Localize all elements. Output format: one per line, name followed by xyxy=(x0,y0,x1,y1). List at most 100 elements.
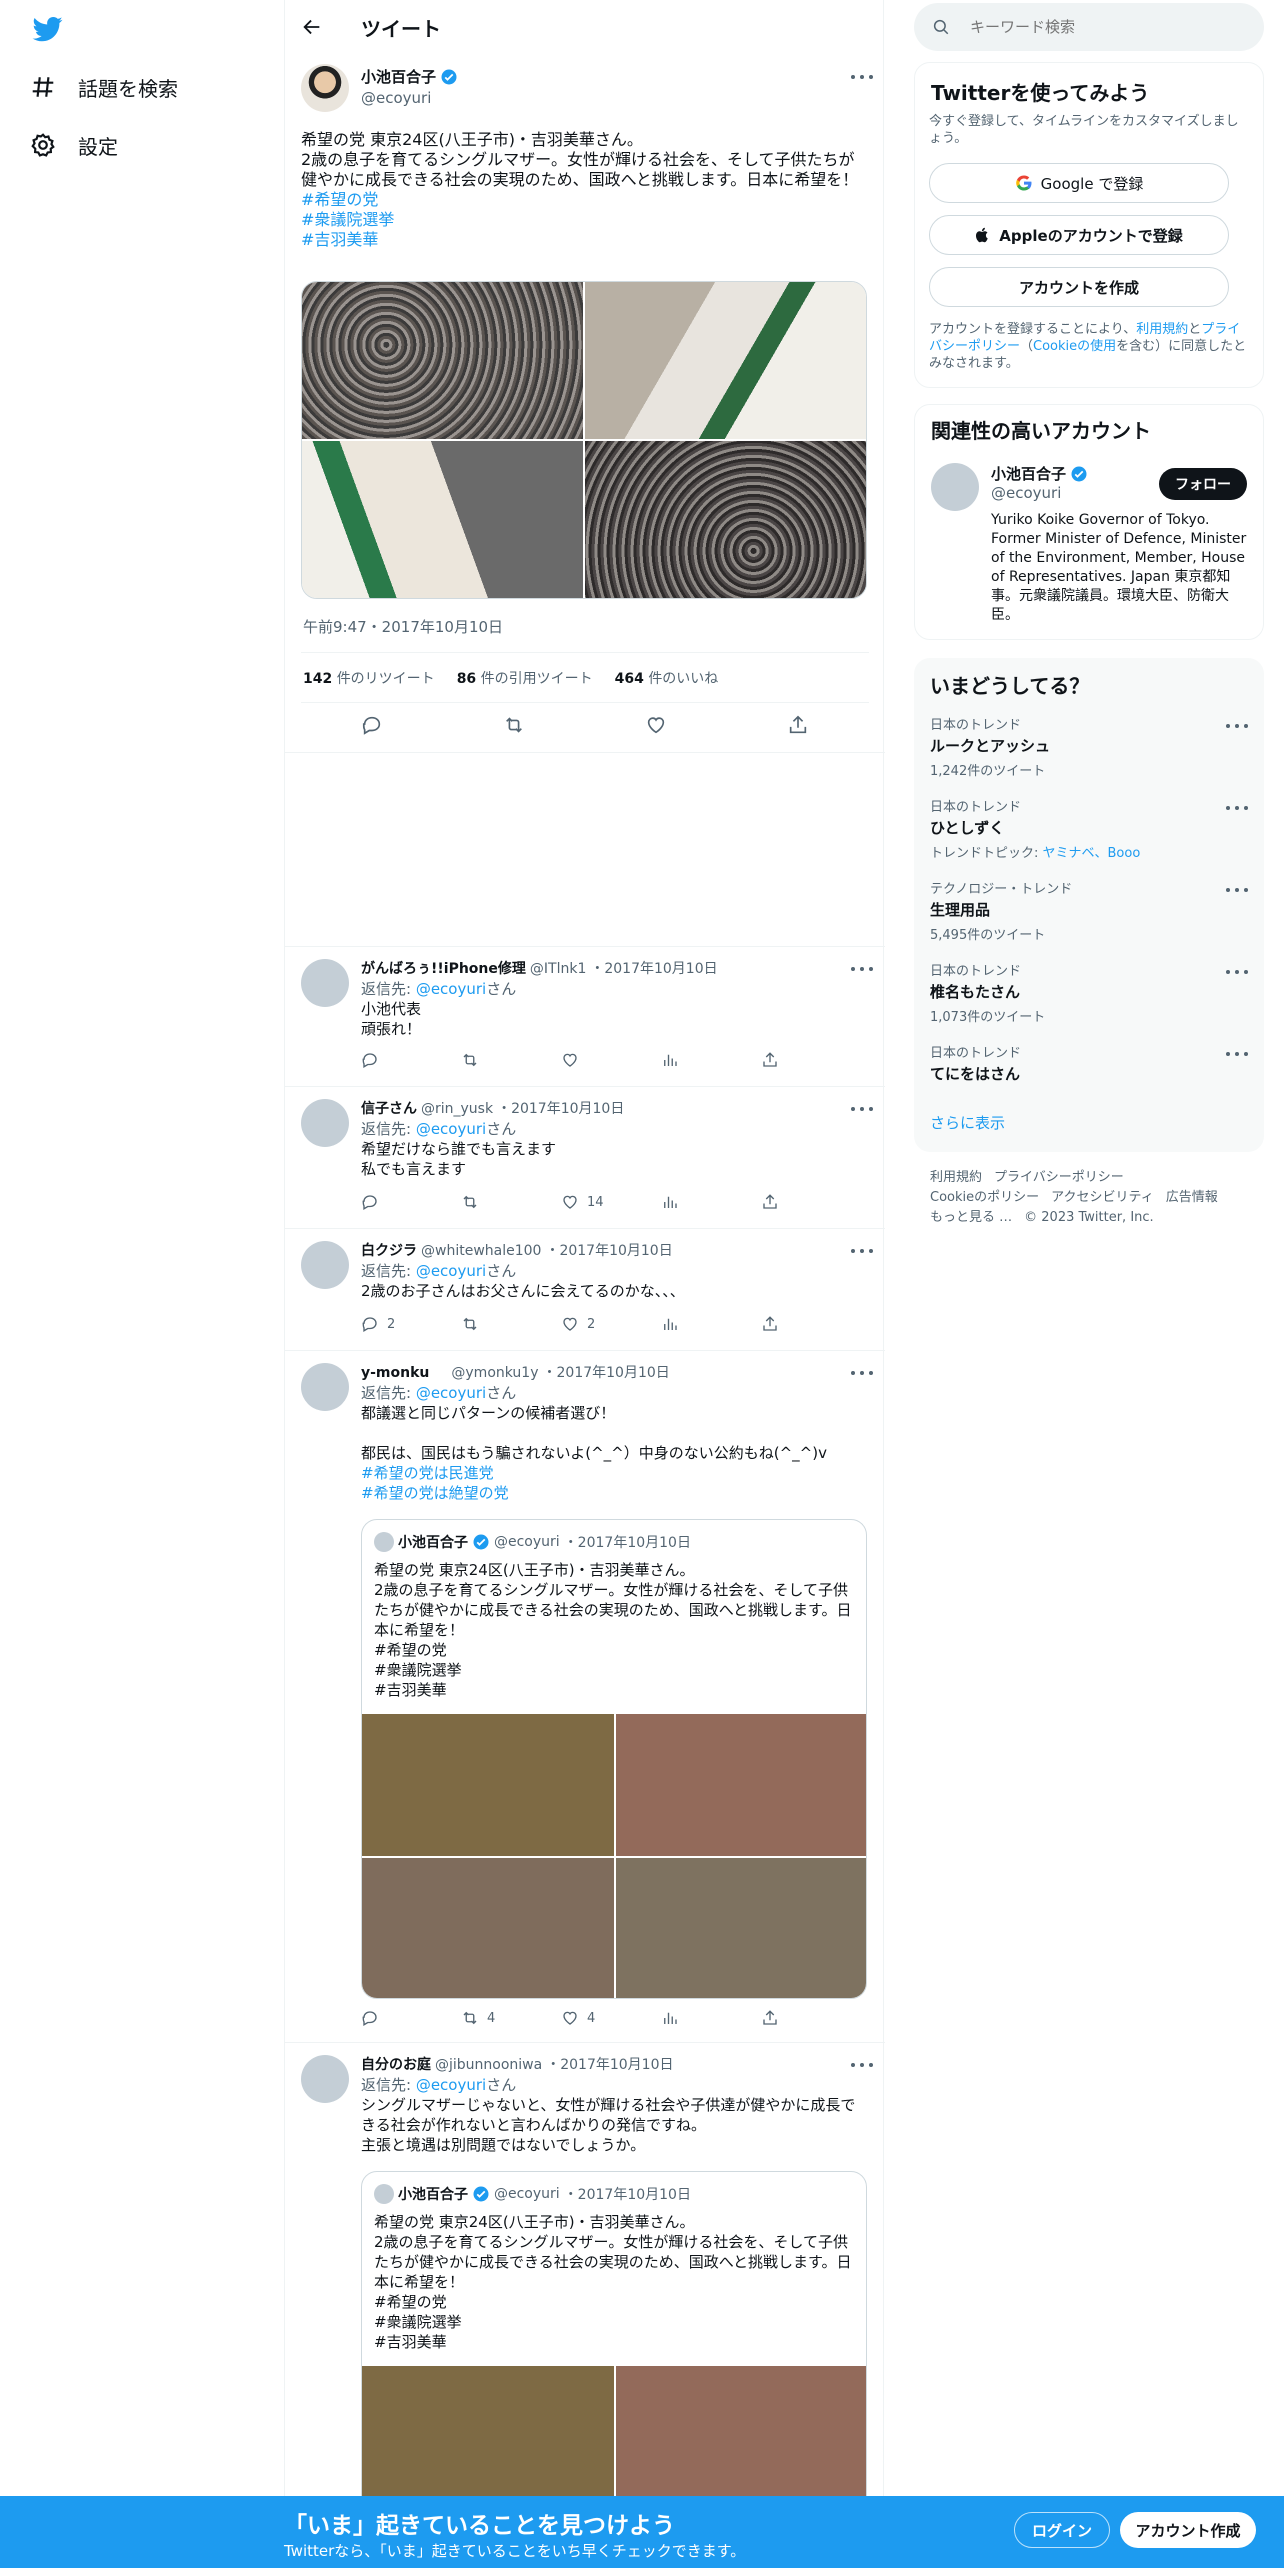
related-avatar[interactable] xyxy=(931,463,979,511)
quote-photo[interactable] xyxy=(616,2366,866,2508)
tweet-photo[interactable] xyxy=(302,282,583,439)
views-button[interactable] xyxy=(661,1193,741,1211)
trend-item[interactable]: 日本のトレンド ひとしずく トレンドトピック: ヤミナベ、Booo xyxy=(930,796,1248,861)
reply-date[interactable]: ・2017年10月10日 xyxy=(590,959,717,979)
footer-accessibility[interactable]: アクセシビリティ xyxy=(1051,1190,1154,1205)
back-arrow-icon[interactable] xyxy=(301,16,323,38)
views-button[interactable] xyxy=(661,1315,741,1333)
follow-button[interactable]: フォロー xyxy=(1159,468,1247,500)
more-options-icon[interactable] xyxy=(851,1371,873,1377)
like-stat[interactable]: 464 件のいいね xyxy=(615,668,719,688)
quote-photo[interactable] xyxy=(362,1714,614,1856)
retweet-button[interactable]: 4 xyxy=(461,2009,541,2027)
quote-photo[interactable] xyxy=(616,1858,866,1998)
footer-privacy[interactable]: プライバシーポリシー xyxy=(994,1170,1124,1185)
reply-button[interactable] xyxy=(361,1193,441,1211)
search-input[interactable] xyxy=(970,18,1230,36)
share-button[interactable] xyxy=(761,1051,781,1069)
reply-button[interactable] xyxy=(361,1051,441,1069)
reply-tweet[interactable]: 白クジラ @whitewhale100 ・2017年10月10日 返信先: @eco… xyxy=(285,1228,885,1350)
reply-tweet[interactable]: がんばろぅ!!iPhone修理 @ITlnk1 ・2017年10月10日 返信先: … xyxy=(285,946,885,1086)
footer-ads[interactable]: 広告情報 xyxy=(1166,1190,1218,1205)
hashtag-link[interactable]: #衆議院選挙 xyxy=(301,210,394,229)
reply-avatar[interactable] xyxy=(301,2055,349,2103)
login-button[interactable]: ログイン xyxy=(1014,2512,1110,2548)
share-button[interactable] xyxy=(761,1315,781,1333)
author-name[interactable]: 小池百合子 xyxy=(361,66,436,87)
reply-button[interactable] xyxy=(361,2009,441,2027)
share-button[interactable] xyxy=(761,2009,781,2027)
more-options-icon[interactable] xyxy=(851,75,873,81)
apple-signup-button[interactable]: Appleのアカウントで登録 xyxy=(929,215,1229,255)
views-button[interactable] xyxy=(661,2009,741,2027)
footer-cookie[interactable]: Cookieのポリシー xyxy=(930,1190,1039,1205)
signup-button[interactable]: アカウント作成 xyxy=(1120,2512,1256,2548)
reply-avatar[interactable] xyxy=(301,1363,349,1411)
tweet-timestamp[interactable]: 午前9:47・2017年10月10日 xyxy=(303,616,503,637)
reply-date[interactable]: ・2017年10月10日 xyxy=(543,1363,670,1383)
tweet-photo[interactable] xyxy=(585,441,866,598)
reply-author-name[interactable]: 信子さん xyxy=(361,1099,417,1119)
reply-date[interactable]: ・2017年10月10日 xyxy=(545,1241,672,1261)
more-options-icon[interactable] xyxy=(1226,1052,1248,1058)
reply-tweet[interactable]: 信子さん @rin_yusk ・2017年10月10日 返信先: @ecoyuriさ… xyxy=(285,1086,885,1228)
more-options-icon[interactable] xyxy=(1226,806,1248,812)
reply-tweet[interactable]: 自分のお庭 @jibunnooniwa ・2017年10月10日 返信先: @eco… xyxy=(285,2042,885,2568)
trend-item[interactable]: 日本のトレンド ルークとアッシュ 1,242件のツイート xyxy=(930,714,1248,779)
more-options-icon[interactable] xyxy=(1226,970,1248,976)
terms-link[interactable]: 利用規約 xyxy=(1136,322,1188,337)
more-options-icon[interactable] xyxy=(851,1107,873,1113)
reply-author-name[interactable]: y-monku xyxy=(361,1363,429,1383)
share-button[interactable] xyxy=(761,1193,781,1211)
retweet-icon[interactable] xyxy=(503,714,525,736)
reply-avatar[interactable] xyxy=(301,1099,349,1147)
related-name[interactable]: 小池百合子 xyxy=(991,463,1066,484)
like-button[interactable]: 4 xyxy=(561,2009,641,2027)
tweet-photo[interactable] xyxy=(302,441,583,598)
footer-terms[interactable]: 利用規約 xyxy=(930,1170,982,1185)
views-button[interactable] xyxy=(661,1051,741,1069)
create-account-button[interactable]: アカウントを作成 xyxy=(929,267,1229,307)
like-icon[interactable] xyxy=(645,714,667,736)
hashtag-link[interactable]: #希望の党 xyxy=(301,190,378,209)
reply-icon[interactable] xyxy=(361,714,383,736)
retweet-button[interactable] xyxy=(461,1315,541,1333)
reply-avatar[interactable] xyxy=(301,1241,349,1289)
google-signup-button[interactable]: Google で登録 xyxy=(929,163,1229,203)
reply-author-name[interactable]: 自分のお庭 xyxy=(361,2055,431,2075)
related-account[interactable]: 小池百合子 @ecoyuri xyxy=(991,463,1088,502)
hashtag-link[interactable]: #希望の党は民進党 xyxy=(361,1464,494,1482)
trend-item[interactable]: 日本のトレンド 椎名もたさん 1,073件のツイート xyxy=(930,960,1248,1025)
retweet-button[interactable] xyxy=(461,1193,541,1211)
reply-author-name[interactable]: がんばろぅ!!iPhone修理 xyxy=(361,959,526,979)
footer-more[interactable]: もっと見る … xyxy=(930,1210,1012,1225)
show-more-link[interactable]: さらに表示 xyxy=(930,1112,1005,1133)
more-options-icon[interactable] xyxy=(1226,724,1248,730)
nav-explore[interactable]: 話題を検索 xyxy=(30,65,178,109)
author-avatar[interactable] xyxy=(301,64,349,112)
hashtag-link[interactable]: #希望の党は絶望の党 xyxy=(361,1484,509,1502)
like-button[interactable] xyxy=(561,1051,641,1069)
retweet-button[interactable] xyxy=(461,1051,541,1069)
nav-settings[interactable]: 設定 xyxy=(30,123,118,167)
trend-item[interactable]: テクノロジー・トレンド 生理用品 5,495件のツイート xyxy=(930,878,1248,943)
quote-photo[interactable] xyxy=(362,2366,614,2508)
hashtag-link[interactable]: #吉羽美華 xyxy=(301,230,378,249)
reply-date[interactable]: ・2017年10月10日 xyxy=(497,1099,624,1119)
quote-photo[interactable] xyxy=(362,1858,614,1998)
trend-item[interactable]: 日本のトレンド てにをはさん xyxy=(930,1042,1248,1084)
reply-avatar[interactable] xyxy=(301,959,349,1007)
more-options-icon[interactable] xyxy=(851,2063,873,2069)
reply-author-name[interactable]: 白クジラ xyxy=(361,1241,417,1261)
share-icon[interactable] xyxy=(787,714,809,736)
more-options-icon[interactable] xyxy=(1226,888,1248,894)
like-button[interactable]: 14 xyxy=(561,1193,641,1211)
tweet-author[interactable]: 小池百合子 @ecoyuri xyxy=(361,66,458,107)
cookie-link[interactable]: Cookieの使用 xyxy=(1033,339,1116,354)
like-button[interactable]: 2 xyxy=(561,1315,641,1333)
more-options-icon[interactable] xyxy=(851,1249,873,1255)
retweet-stat[interactable]: 142 件のリツイート xyxy=(303,668,435,688)
tweet-photo[interactable] xyxy=(585,282,866,439)
reply-date[interactable]: ・2017年10月10日 xyxy=(546,2055,673,2075)
twitter-logo-icon[interactable] xyxy=(30,14,66,44)
